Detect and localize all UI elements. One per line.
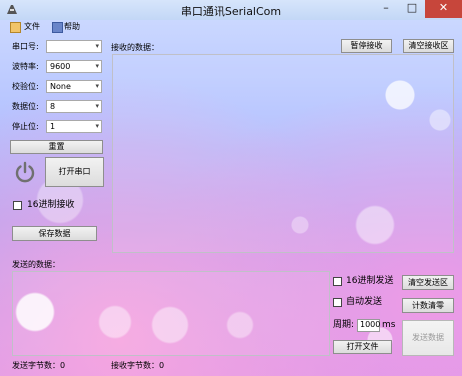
parity-value: None <box>50 82 71 91</box>
parity-select[interactable]: None ▾ <box>46 80 102 93</box>
menu-bar: 文件 帮助 <box>0 20 462 34</box>
hex-receive-checkbox[interactable] <box>13 201 22 210</box>
stopbits-value: 1 <box>50 122 56 131</box>
receive-label: 接收的数据： <box>111 43 159 52</box>
receive-textarea[interactable] <box>112 54 454 253</box>
port-label: 串口号: <box>12 42 39 51</box>
clear-receive-button[interactable]: 清空接收区 <box>403 39 454 53</box>
databits-label: 数据位: <box>12 102 39 111</box>
send-textarea[interactable] <box>12 271 330 356</box>
reset-button[interactable]: 重置 <box>10 140 103 154</box>
received-bytes-status: 接收字节数：0 <box>111 361 165 370</box>
baud-value: 9600 <box>50 62 71 71</box>
hex-send-checkbox[interactable] <box>333 277 342 286</box>
chevron-down-icon: ▾ <box>95 62 99 70</box>
parity-label: 校验位: <box>12 82 39 91</box>
minimize-button[interactable]: – <box>373 0 399 18</box>
main-window: 串口通讯SerialCom – □ ✕ 文件 帮助 串口号: ▾ 波特率: 96… <box>0 0 462 376</box>
save-data-button[interactable]: 保存数据 <box>12 226 97 241</box>
hex-receive-label: 16进制接收 <box>27 200 75 210</box>
menu-help[interactable]: 帮助 <box>64 21 80 33</box>
chevron-down-icon: ▾ <box>95 42 99 50</box>
chevron-down-icon: ▾ <box>95 102 99 110</box>
baud-label: 波特率: <box>12 62 39 71</box>
open-file-button[interactable]: 打开文件 <box>333 340 392 354</box>
open-port-button[interactable]: 打开串口 <box>45 157 104 187</box>
chevron-down-icon: ▾ <box>95 122 99 130</box>
stopbits-select[interactable]: 1 ▾ <box>46 120 102 133</box>
chevron-down-icon: ▾ <box>95 82 99 90</box>
help-icon <box>52 22 63 33</box>
send-data-button[interactable]: 发送数据 <box>402 320 454 356</box>
power-icon <box>15 161 35 183</box>
send-label: 发送的数据： <box>12 260 60 269</box>
close-button[interactable]: ✕ <box>425 0 462 18</box>
period-unit: ms <box>382 320 396 330</box>
databits-value: 8 <box>50 102 56 111</box>
file-icon <box>10 22 21 33</box>
hex-send-label: 16进制发送 <box>346 276 394 286</box>
stopbits-label: 停止位: <box>12 122 39 131</box>
port-select[interactable]: ▾ <box>46 40 102 53</box>
sent-bytes-status: 发送字节数：0 <box>12 361 66 370</box>
databits-select[interactable]: 8 ▾ <box>46 100 102 113</box>
period-input[interactable]: 1000 <box>357 319 380 332</box>
auto-send-label: 自动发送 <box>346 297 383 307</box>
baud-select[interactable]: 9600 ▾ <box>46 60 102 73</box>
reset-count-button[interactable]: 计数清零 <box>402 298 454 313</box>
period-label: 周期: <box>333 320 355 330</box>
title-bar: 串口通讯SerialCom – □ ✕ <box>0 0 462 20</box>
clear-send-button[interactable]: 清空发送区 <box>402 275 454 290</box>
auto-send-checkbox[interactable] <box>333 298 342 307</box>
menu-file[interactable]: 文件 <box>24 21 40 33</box>
maximize-button[interactable]: □ <box>399 0 425 18</box>
pause-receive-button[interactable]: 暂停接收 <box>341 39 392 53</box>
